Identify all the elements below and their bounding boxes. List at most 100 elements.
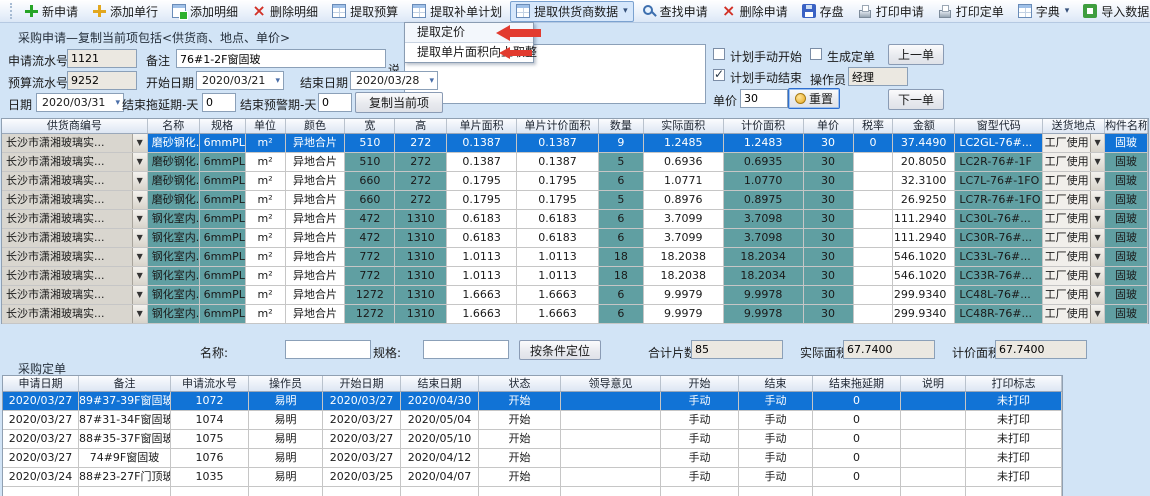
cell-供货商编号[interactable]: 长沙市潇湘玻璃实...▼ (2, 229, 148, 248)
cell-供货商编号[interactable]: 长沙市潇湘玻璃实...▼ (2, 134, 148, 153)
chevron-down-icon[interactable]: ▾ (115, 98, 120, 108)
cell-供货商编号[interactable]: 长沙市潇湘玻璃实...▼ (2, 210, 148, 229)
cell-送货地点[interactable]: 工厂使用▼ (1043, 172, 1105, 191)
column-header-名称[interactable]: 名称 (148, 119, 200, 133)
chevron-down-icon[interactable]: ▼ (132, 153, 147, 171)
locate-button[interactable]: 按条件定位 (519, 340, 601, 360)
order-row[interactable]: 2020/03/2488#23-27F门顶玻1035易明2020/03/2520… (3, 468, 1062, 487)
cell-供货商编号[interactable]: 长沙市潇湘玻璃实...▼ (2, 305, 148, 324)
column-header-宽[interactable]: 宽 (345, 119, 395, 133)
total-pieces-input[interactable] (691, 340, 783, 359)
material-row[interactable]: 长沙市潇湘玻璃实...▼磨砂钢化...6mmPLE...m²异地合片510272… (2, 153, 1148, 172)
column-header-单位[interactable]: 单位 (246, 119, 286, 133)
order-row[interactable]: 2020/03/2789#37-39F窗固玻1072易明2020/03/2720… (3, 392, 1062, 411)
column-header-结束拖延期[interactable]: 结束拖延期 (813, 376, 901, 391)
toolbar-button-字典[interactable]: 字典▾ (1012, 1, 1076, 22)
column-header-税率[interactable]: 税率 (854, 119, 894, 133)
toolbar-button-打印申请[interactable]: 打印申请 (852, 1, 930, 22)
column-header-数量[interactable]: 数量 (599, 119, 644, 133)
cell-供货商编号[interactable]: 长沙市潇湘玻璃实...▼ (2, 286, 148, 305)
material-row[interactable]: 长沙市潇湘玻璃实...▼磨砂钢化...6mmPLE...m²异地合片660272… (2, 172, 1148, 191)
material-row[interactable]: 长沙市潇湘玻璃实...▼钢化室内...6mmPLE...m²异地合片472131… (2, 229, 1148, 248)
chevron-down-icon[interactable]: ▼ (1090, 172, 1104, 190)
chevron-down-icon[interactable]: ▼ (132, 191, 147, 209)
column-header-规格[interactable]: 规格 (200, 119, 246, 133)
next-order-button[interactable]: 下一单 (888, 89, 944, 110)
operator-input[interactable] (848, 67, 908, 86)
material-row[interactable]: 长沙市潇湘玻璃实...▼钢化室内...6mmPLE...m²异地合片127213… (2, 286, 1148, 305)
cell-送货地点[interactable]: 工厂使用▼ (1043, 286, 1105, 305)
column-header-计价面积[interactable]: 计价面积 (724, 119, 804, 133)
manual-start-checkbox[interactable] (713, 48, 725, 60)
column-header-操作员[interactable]: 操作员 (249, 376, 323, 391)
chevron-down-icon[interactable]: ▼ (132, 172, 147, 190)
column-header-构件名称[interactable]: 构件名称 (1105, 119, 1148, 133)
chevron-down-icon[interactable]: ▼ (132, 210, 147, 228)
toolbar-button-添加单行[interactable]: 添加单行 (86, 1, 164, 22)
price-area-input[interactable] (995, 340, 1087, 359)
order-row[interactable]: 2020/03/2787#31-34F窗固玻1074易明2020/03/2720… (3, 411, 1062, 430)
column-header-领导意见[interactable]: 领导意见 (561, 376, 661, 391)
column-header-结束日期[interactable]: 结束日期 (401, 376, 479, 391)
column-header-说明[interactable]: 说明 (901, 376, 966, 391)
column-header-结束[interactable]: 结束 (739, 376, 813, 391)
gen-order-checkbox[interactable] (810, 48, 822, 60)
toolbar-button-添加明细[interactable]: 添加明细 (166, 1, 244, 22)
request-no-input[interactable] (67, 49, 137, 68)
order-row[interactable] (3, 487, 1062, 496)
budget-no-input[interactable] (67, 71, 137, 90)
cell-送货地点[interactable]: 工厂使用▼ (1043, 248, 1105, 267)
column-header-开始日期[interactable]: 开始日期 (323, 376, 401, 391)
locate-spec-input[interactable] (423, 340, 509, 359)
toolbar-button-删除申请[interactable]: 删除申请 (716, 1, 794, 22)
chevron-down-icon[interactable]: ▼ (132, 134, 147, 152)
cell-送货地点[interactable]: 工厂使用▼ (1043, 305, 1105, 324)
chevron-down-icon[interactable]: ▼ (1090, 210, 1104, 228)
column-header-开始[interactable]: 开始 (661, 376, 739, 391)
order-row[interactable]: 2020/03/2788#35-37F窗固玻1075易明2020/03/2720… (3, 430, 1062, 449)
column-header-高[interactable]: 高 (395, 119, 447, 133)
reset-button[interactable]: 重置 (788, 88, 840, 109)
cell-送货地点[interactable]: 工厂使用▼ (1043, 153, 1105, 172)
column-header-颜色[interactable]: 颜色 (286, 119, 346, 133)
cell-送货地点[interactable]: 工厂使用▼ (1043, 134, 1105, 153)
actual-area-input[interactable] (843, 340, 935, 359)
chevron-down-icon[interactable]: ▼ (132, 229, 147, 247)
material-row[interactable]: 长沙市潇湘玻璃实...▼钢化室内...6mmPLE...m²异地合片472131… (2, 210, 1148, 229)
manual-end-checkbox[interactable] (713, 69, 725, 81)
toolbar-button-打印定单[interactable]: 打印定单 (932, 1, 1010, 22)
start-date-combobox[interactable]: 2020/03/21▾ (196, 71, 284, 90)
chevron-down-icon[interactable]: ▼ (1090, 267, 1104, 285)
column-header-供货商编号[interactable]: 供货商编号 (2, 119, 148, 133)
chevron-down-icon[interactable]: ▼ (1090, 229, 1104, 247)
chevron-down-icon[interactable]: ▼ (132, 305, 147, 323)
chevron-down-icon[interactable]: ▾ (275, 76, 280, 86)
toolbar-button-新申请[interactable]: 新申请 (18, 1, 84, 22)
chevron-down-icon[interactable]: ▼ (1090, 305, 1104, 323)
chevron-down-icon[interactable]: ▾ (1065, 6, 1070, 16)
chevron-down-icon[interactable]: ▾ (429, 76, 434, 86)
order-row[interactable]: 2020/03/2774#9F窗固玻1076易明2020/03/272020/0… (3, 449, 1062, 468)
material-row[interactable]: 长沙市潇湘玻璃实...▼钢化室内...6mmPLE...m²异地合片772131… (2, 248, 1148, 267)
column-header-备注[interactable]: 备注 (79, 376, 171, 391)
toolbar-button-存盘[interactable]: 存盘 (796, 1, 850, 22)
toolbar-button-提取补单计划[interactable]: 提取补单计划 (406, 1, 508, 22)
cell-供货商编号[interactable]: 长沙市潇湘玻璃实...▼ (2, 172, 148, 191)
end-warn-input[interactable] (318, 93, 352, 112)
toolbar-button-导入数据[interactable]: 导入数据 (1077, 1, 1150, 22)
remark-input[interactable] (176, 49, 386, 68)
end-delay-input[interactable] (202, 93, 236, 112)
chevron-down-icon[interactable]: ▼ (1090, 286, 1104, 304)
cell-送货地点[interactable]: 工厂使用▼ (1043, 229, 1105, 248)
toolbar-button-查找申请[interactable]: 查找申请 (636, 1, 714, 22)
column-header-实际面积[interactable]: 实际面积 (644, 119, 724, 133)
column-header-金额[interactable]: 金额 (893, 119, 955, 133)
cell-供货商编号[interactable]: 长沙市潇湘玻璃实...▼ (2, 248, 148, 267)
material-row[interactable]: 长沙市潇湘玻璃实...▼磨砂钢化...6mmPLE...m²异地合片660272… (2, 191, 1148, 210)
cell-供货商编号[interactable]: 长沙市潇湘玻璃实...▼ (2, 191, 148, 210)
column-header-送货地点[interactable]: 送货地点 (1043, 119, 1105, 133)
material-row[interactable]: 长沙市潇湘玻璃实...▼钢化室内...6mmPLE...m²异地合片127213… (2, 305, 1148, 324)
column-header-状态[interactable]: 状态 (479, 376, 561, 391)
end-date-combobox[interactable]: 2020/03/28▾ (350, 71, 438, 90)
material-row[interactable]: 长沙市潇湘玻璃实...▼磨砂钢化...6mmPLE...m²异地合片510272… (2, 134, 1148, 153)
